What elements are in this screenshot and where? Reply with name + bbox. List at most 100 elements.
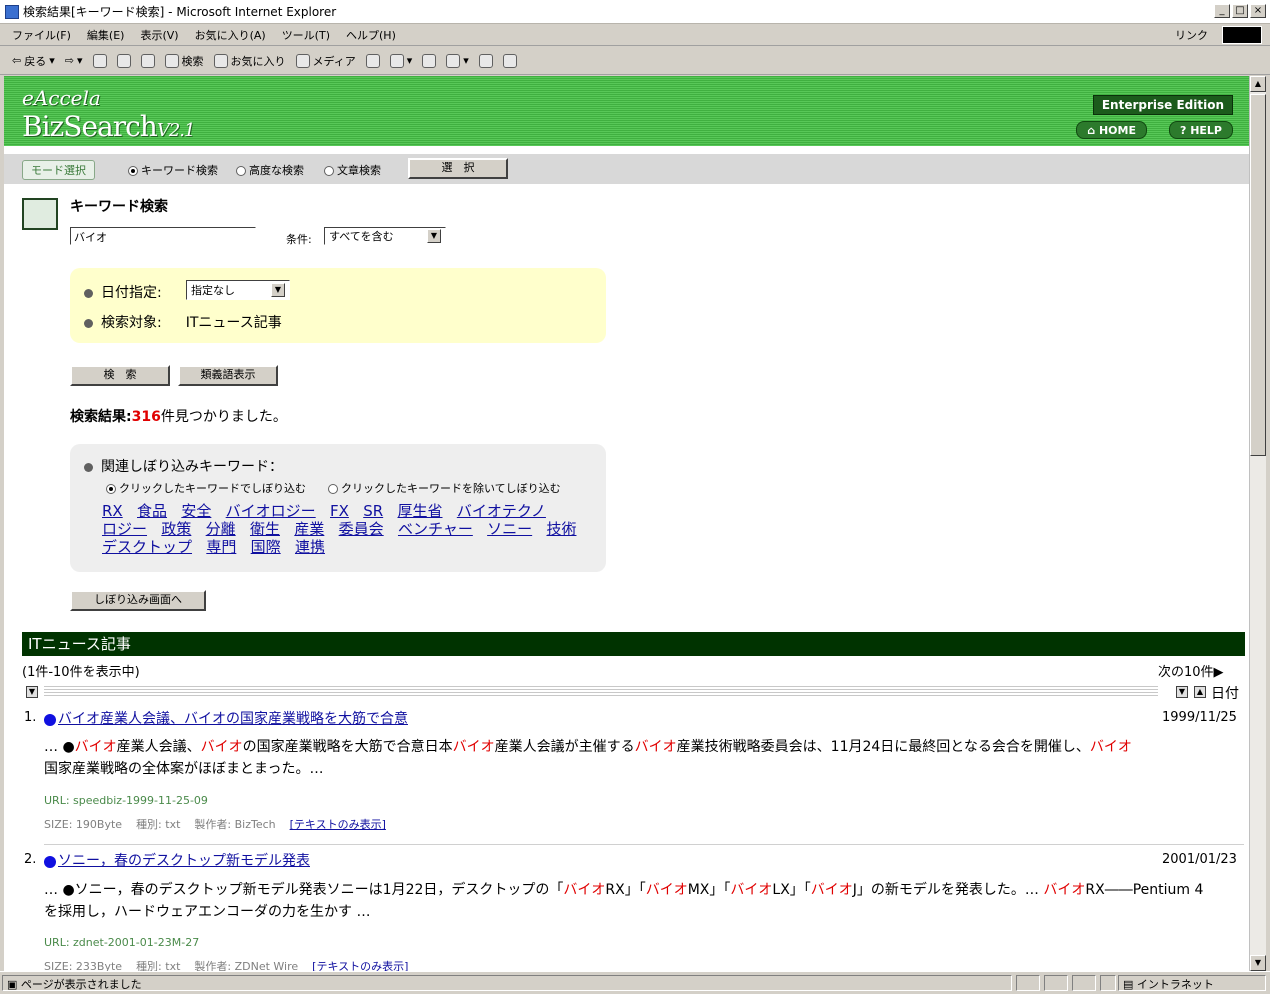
mode-select-button[interactable]: 選 択 <box>408 158 508 179</box>
stop-button[interactable] <box>89 52 111 70</box>
status-bar: ▣ ページが表示されました ▤ イントラネット <box>0 971 1270 994</box>
keyword-link[interactable]: 連携 <box>295 538 325 556</box>
keyword-link[interactable]: バイオロジー <box>226 502 316 520</box>
search-magnifier-icon <box>22 198 58 230</box>
result-snippet: … ●バイオ産業人会議、バイオの国家産業戦略を大筋で合意日本バイオ産業人会議が主… <box>44 739 1132 777</box>
search-button-toolbar[interactable]: 検索 <box>161 51 208 71</box>
keyword-link[interactable]: 専門 <box>206 538 236 556</box>
menu-help[interactable]: ヘルプ(H) <box>338 27 404 43</box>
keyword-row: ロジー 政策 分離 衛生 産業 委員会 ベンチャー ソニー 技術 <box>102 520 582 538</box>
next-page-link[interactable]: 次の10件▶ <box>1158 661 1224 680</box>
refine-include-radio[interactable]: クリックしたキーワードでしぼり込む <box>106 480 306 496</box>
result-title-link[interactable]: ソニー，春のデスクトップ新モデル発表 <box>44 850 310 870</box>
status-panel <box>1016 975 1040 991</box>
toolbar: ⇦ 戻る ▾ ⇨ ▾ 検索 お気に入り メディア ▾ ▾ <box>0 47 1270 75</box>
close-button[interactable]: × <box>1250 4 1266 18</box>
text-only-link[interactable]: [テキストのみ表示] <box>290 818 386 831</box>
keyword-input[interactable]: バイオ <box>70 227 256 245</box>
results-range: (1件-10件を表示中) <box>22 665 140 680</box>
keyword-link[interactable]: 食品 <box>137 502 167 520</box>
collapse-icon[interactable]: ▼ <box>26 686 38 698</box>
zone-panel: ▤ イントラネット <box>1118 975 1266 991</box>
home-button[interactable] <box>137 52 159 70</box>
bullet-icon <box>84 288 93 298</box>
intranet-icon: ▤ <box>1123 978 1137 991</box>
menu-file[interactable]: ファイル(F) <box>0 27 79 43</box>
mail-button[interactable]: ▾ <box>386 52 417 70</box>
chevron-down-icon: ▼ <box>271 283 285 297</box>
menu-edit[interactable]: 編集(E) <box>79 27 133 43</box>
keyword-link[interactable]: RX <box>102 502 123 520</box>
keyword-link[interactable]: ソニー <box>487 520 532 538</box>
history-icon <box>365 53 380 68</box>
keyword-link[interactable]: 技術 <box>546 520 576 538</box>
keyword-link[interactable]: 政策 <box>161 520 191 538</box>
media-button[interactable]: メディア <box>292 51 360 71</box>
sort-desc-icon[interactable]: ▼ <box>1176 686 1188 698</box>
refine-exclude-radio[interactable]: クリックしたキーワードを除いてしぼり込む <box>328 480 561 496</box>
scroll-down-icon[interactable]: ▼ <box>1250 955 1266 971</box>
keyword-link[interactable]: 産業 <box>294 520 324 538</box>
maximize-button[interactable]: □ <box>1232 4 1248 18</box>
mode-sentence-radio[interactable]: 文章検索 <box>324 162 381 178</box>
keyword-link[interactable]: ロジー <box>102 520 147 538</box>
mode-keyword-radio[interactable]: キーワード検索 <box>128 162 218 178</box>
home-link-button[interactable]: ⌂ HOME <box>1076 121 1147 139</box>
messenger-icon <box>502 53 517 68</box>
result-meta: SIZE: 233Byte 種別: txt 製作者: ZDNet Wire [テ… <box>44 960 409 971</box>
favorites-button[interactable]: お気に入り <box>210 51 290 71</box>
condition-select[interactable]: すべてを含む ▼ <box>324 227 446 245</box>
result-divider <box>44 844 1244 845</box>
mode-advanced-radio[interactable]: 高度な検索 <box>236 162 304 178</box>
help-link-button[interactable]: ? HELP <box>1168 121 1233 139</box>
keyword-link[interactable]: 厚生省 <box>397 502 442 520</box>
messenger-button[interactable] <box>499 52 521 70</box>
bullet-icon <box>84 462 93 472</box>
refine-screen-button[interactable]: しぼり込み画面へ <box>70 590 206 611</box>
radio-icon <box>236 166 246 176</box>
dot-icon <box>44 855 56 868</box>
refresh-button[interactable] <box>113 52 135 70</box>
keyword-link[interactable]: 安全 <box>181 502 211 520</box>
stop-icon <box>92 53 107 68</box>
keyword-link[interactable]: 衛生 <box>250 520 280 538</box>
search-submit-button[interactable]: 検 索 <box>70 365 170 386</box>
keyword-link[interactable]: FX <box>330 502 349 520</box>
vertical-scrollbar[interactable]: ▲ ▼ <box>1249 76 1266 971</box>
links-label[interactable]: リンク <box>1175 27 1208 43</box>
print-button[interactable] <box>418 52 440 70</box>
menu-bar: ファイル(F) 編集(E) 表示(V) お気に入り(A) ツール(T) ヘルプ(… <box>0 24 1270 46</box>
keyword-link[interactable]: 分離 <box>206 520 236 538</box>
keyword-link[interactable]: SR <box>363 502 383 520</box>
result-title-link[interactable]: バイオ産業人会議、バイオの国家産業戦略を大筋で合意 <box>44 708 408 728</box>
forward-button[interactable]: ⇨ ▾ <box>61 52 87 69</box>
synonym-button[interactable]: 類義語表示 <box>178 365 278 386</box>
keyword-link[interactable]: デスクトップ <box>102 538 192 556</box>
menu-favorites[interactable]: お気に入り(A) <box>187 27 274 43</box>
result-snippet: … ●ソニー，春のデスクトップ新モデル発表ソニーは1月22日，デスクトップの「バ… <box>44 882 1204 920</box>
date-select[interactable]: 指定なし ▼ <box>186 280 290 300</box>
scroll-up-icon[interactable]: ▲ <box>1250 76 1266 92</box>
back-button[interactable]: ⇦ 戻る ▾ <box>8 51 59 71</box>
edit-button[interactable]: ▾ <box>442 52 473 70</box>
page-viewport: eAccela BizSearchV2.1 Enterprise Edition… <box>4 76 1249 971</box>
page-icon: ▣ <box>7 978 21 991</box>
menu-view[interactable]: 表示(V) <box>132 27 186 43</box>
history-button[interactable] <box>362 52 384 70</box>
keyword-link[interactable]: ベンチャー <box>398 520 473 538</box>
logo-bizsearch[interactable]: BizSearchV2.1 <box>22 110 195 143</box>
text-only-link[interactable]: [テキストのみ表示] <box>312 960 408 971</box>
forward-arrow-icon: ⇨ <box>64 54 74 67</box>
target-row: 検索対象: ITニュース記事 <box>84 312 282 332</box>
menu-tools[interactable]: ツール(T) <box>274 27 338 43</box>
scroll-thumb[interactable] <box>1250 94 1266 456</box>
keyword-link[interactable]: 国際 <box>251 538 281 556</box>
keyword-link[interactable]: 委員会 <box>339 520 384 538</box>
sort-asc-icon[interactable]: ▲ <box>1194 686 1206 698</box>
minimize-button[interactable]: _ <box>1214 4 1230 18</box>
discuss-button[interactable] <box>475 52 497 70</box>
back-arrow-icon: ⇦ <box>12 54 22 67</box>
status-panel <box>1044 975 1068 991</box>
refine-keyword-list: RX 食品 安全 バイオロジー FX SR 厚生省 バイオテクノ ロジー 政策 … <box>102 502 582 556</box>
keyword-link[interactable]: バイオテクノ <box>457 502 546 520</box>
